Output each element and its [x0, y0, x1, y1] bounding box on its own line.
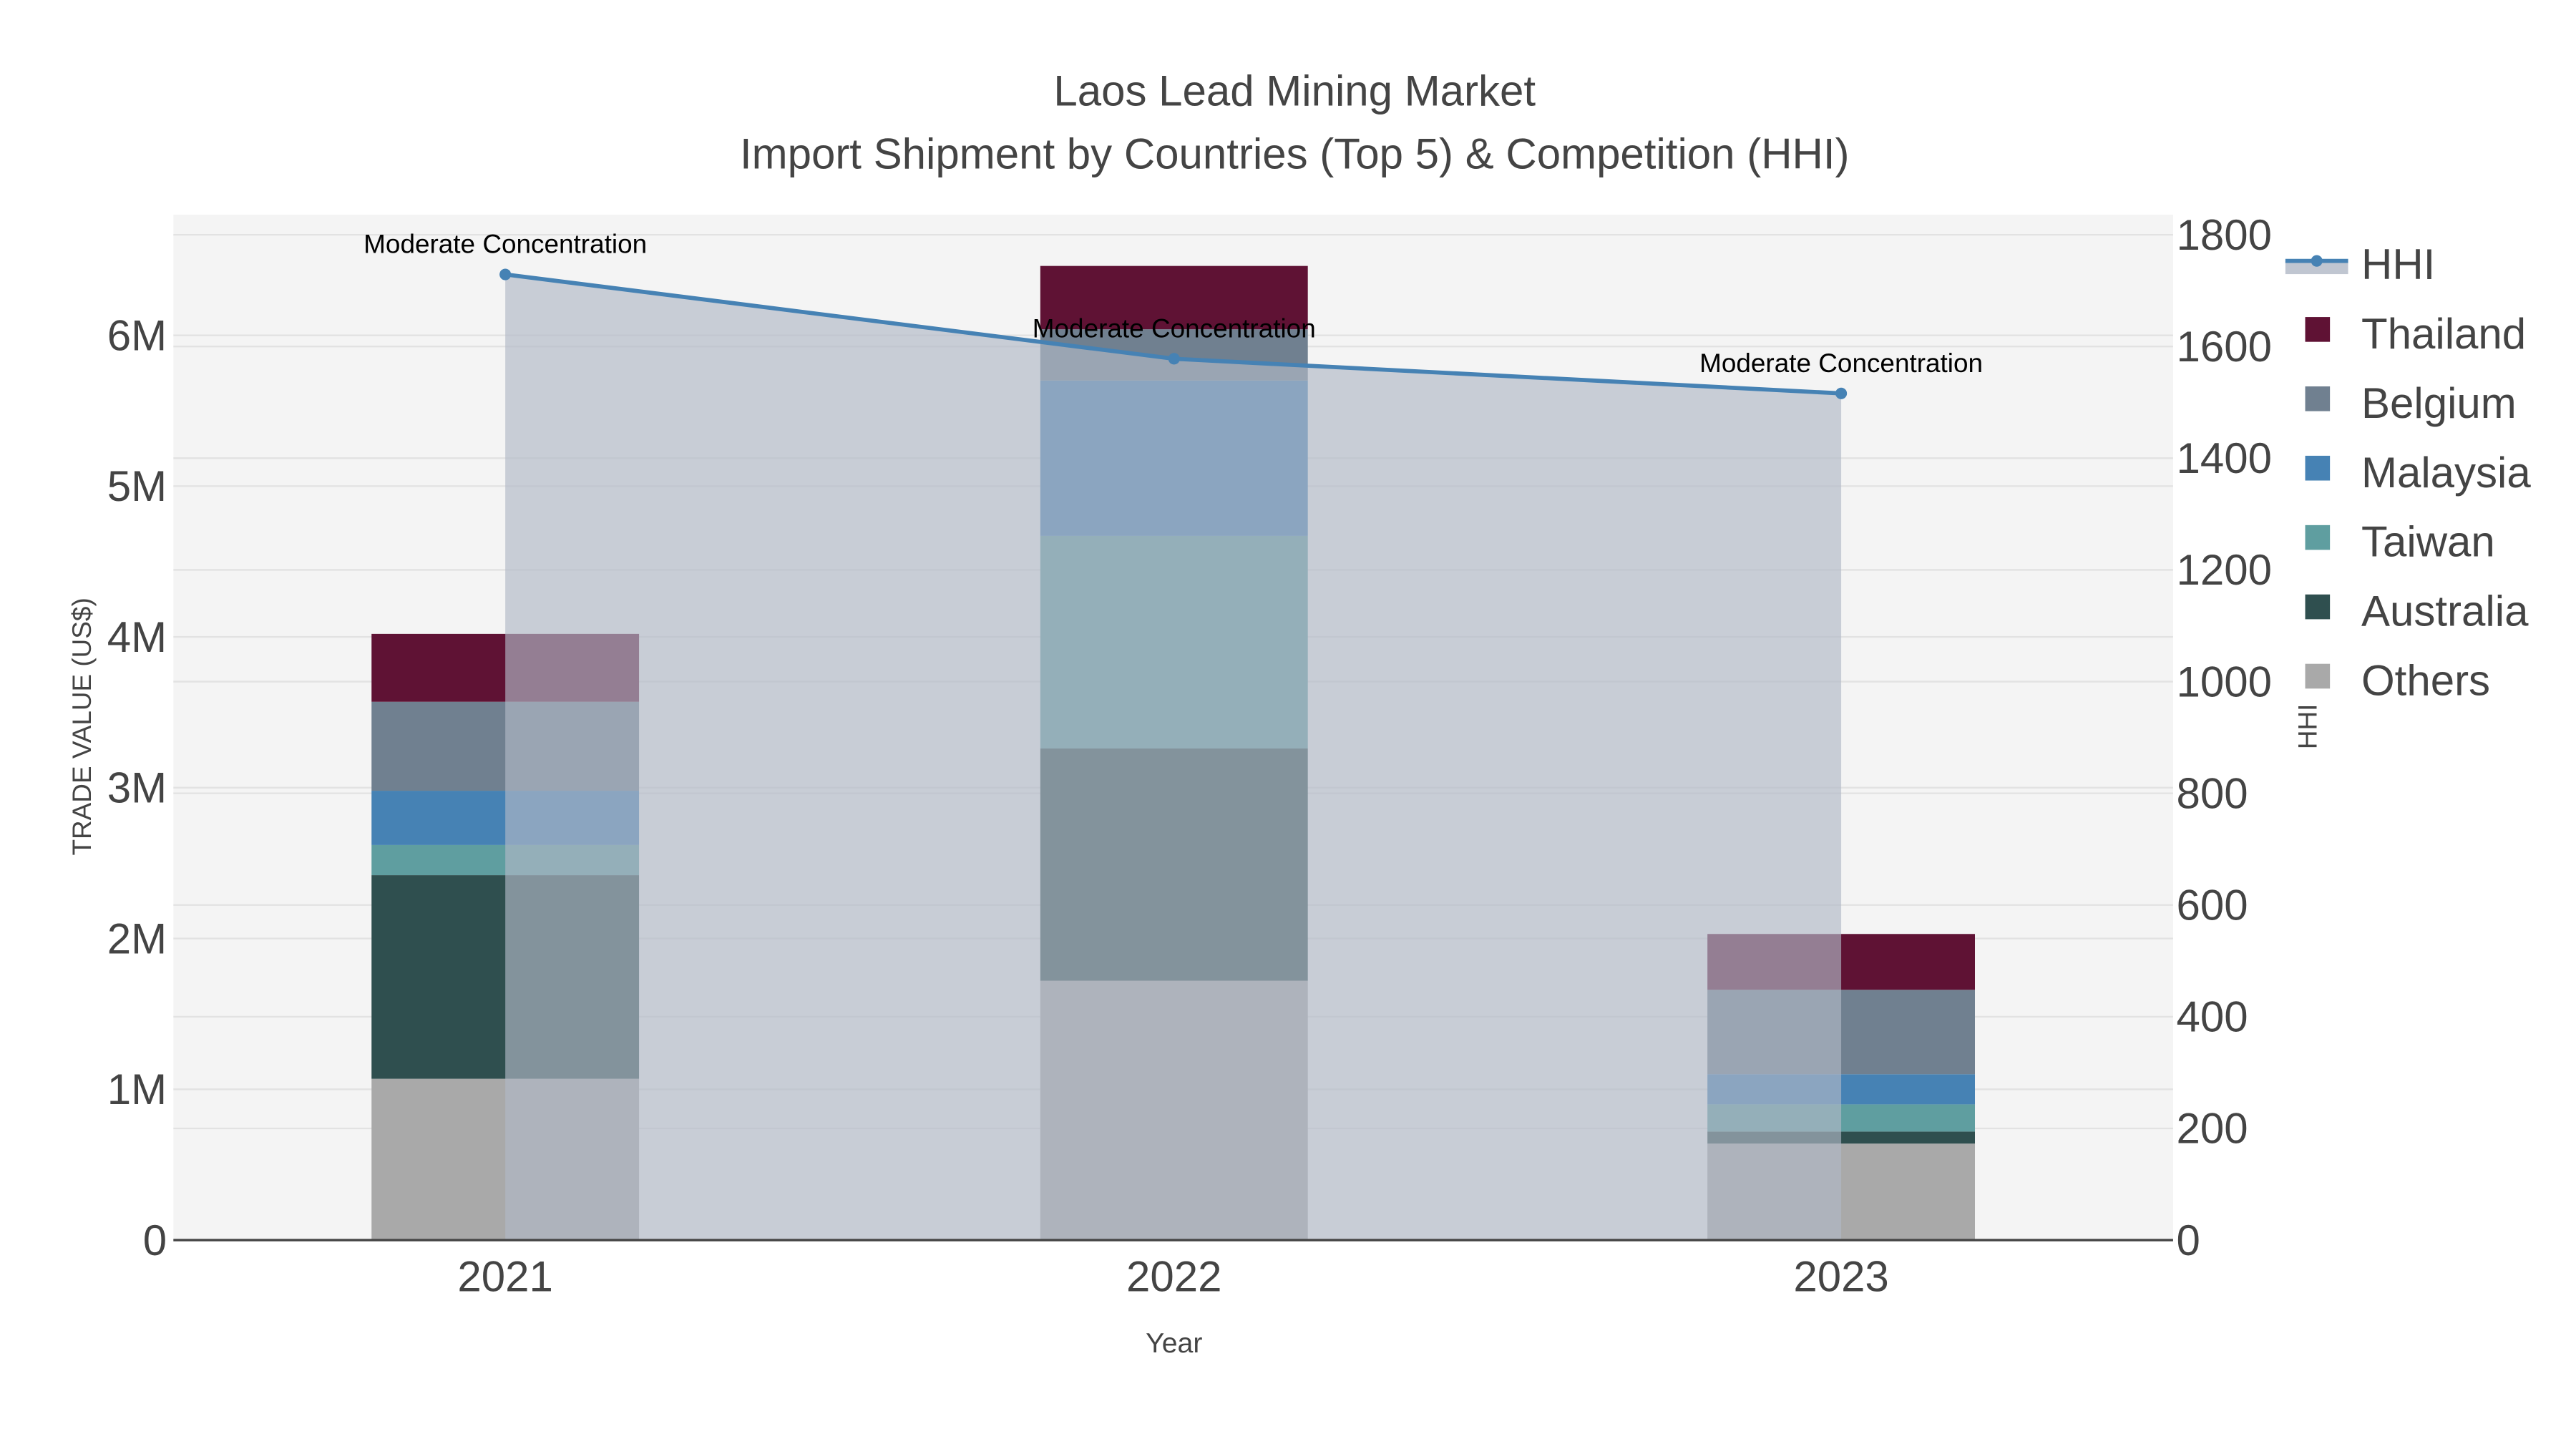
y2-tick-label: 0 [2177, 1216, 2200, 1264]
y-tick-label: 6M [107, 311, 167, 359]
legend-label-australia: Australia [2361, 587, 2529, 635]
legend-swatch-thailand [2305, 317, 2331, 342]
y2-tick-label: 400 [2177, 993, 2248, 1041]
y-tick-label: 3M [107, 764, 167, 812]
y-tick-label: 1M [107, 1065, 167, 1113]
y2-tick-label: 1800 [2177, 211, 2272, 259]
y-axis-label: TRADE VALUE (US$) [67, 597, 97, 855]
y2-tick-label: 1200 [2177, 546, 2272, 594]
legend-marker-hhi [2311, 255, 2323, 267]
legend-label-thailand: Thailand [2361, 310, 2526, 358]
legend-label-taiwan: Taiwan [2361, 518, 2495, 566]
legend-label-malaysia: Malaysia [2361, 449, 2531, 497]
hhi-point [1835, 387, 1848, 399]
legend: HHI Thailand Belgium Malaysia Taiwan Australi… [2285, 240, 2531, 705]
y2-tick-label: 800 [2177, 769, 2248, 817]
y2-tick-label: 600 [2177, 882, 2248, 930]
chart-subtitle: Import Shipment by Countries (Top 5) & C… [740, 130, 1850, 177]
y-tick-label: 0 [143, 1216, 167, 1264]
hhi-area [505, 274, 1842, 1241]
legend-swatch-australia [2305, 594, 2331, 620]
chart: Moderate Concentration Moderate Concentra… [67, 67, 2531, 1359]
y-tick-label: 2M [107, 914, 167, 962]
y2-tick-label: 1000 [2177, 658, 2272, 706]
hhi-annotation: Moderate Concentration [1033, 313, 1316, 343]
hhi-point [499, 268, 512, 280]
x-axis-label: Year [1146, 1327, 1202, 1359]
y2-tick-label: 1400 [2177, 434, 2272, 482]
y-tick-label: 5M [107, 462, 167, 510]
legend-swatch-belgium [2305, 386, 2331, 411]
x-tick-label: 2022 [1126, 1253, 1221, 1301]
legend-swatch-taiwan [2305, 525, 2331, 550]
y2-tick-label: 1600 [2177, 323, 2272, 371]
legend-label-hhi: HHI [2361, 240, 2435, 288]
hhi-annotation: Moderate Concentration [364, 230, 647, 259]
hhi-annotation: Moderate Concentration [1699, 348, 1983, 378]
y2-axis-label: HHI [2293, 704, 2323, 750]
y-tick-label: 4M [107, 613, 167, 661]
legend-swatch-malaysia [2305, 455, 2331, 481]
x-tick-label: 2023 [1793, 1253, 1888, 1301]
chart-title: Laos Lead Mining Market [1053, 67, 1536, 115]
legend-swatch-others [2305, 663, 2331, 689]
x-tick-label: 2021 [457, 1253, 552, 1301]
legend-label-others: Others [2361, 657, 2490, 705]
y2-tick-label: 200 [2177, 1105, 2248, 1153]
hhi-point [1168, 353, 1180, 365]
legend-label-belgium: Belgium [2361, 379, 2517, 427]
